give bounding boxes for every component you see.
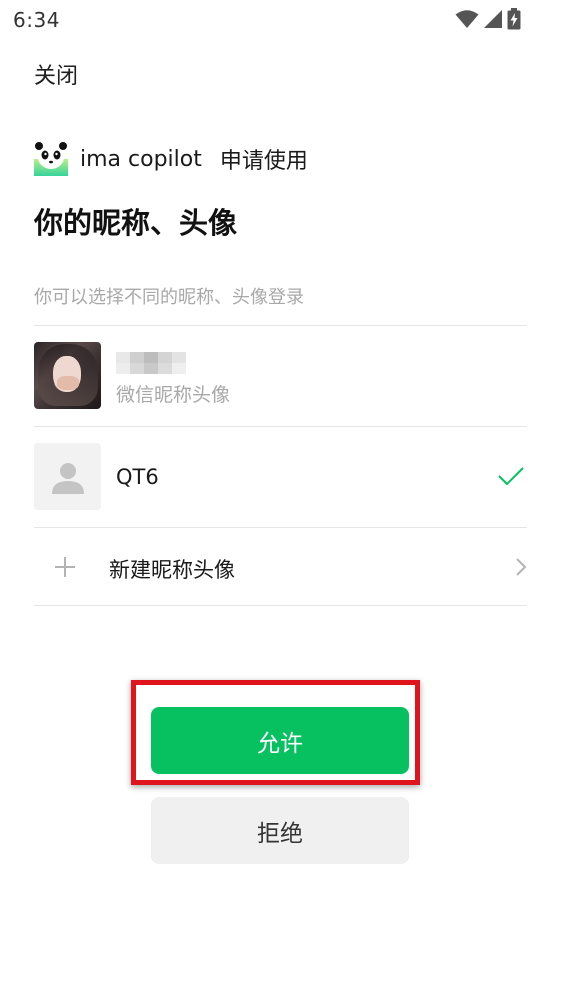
divider [34, 426, 527, 427]
status-time: 6:34 [13, 8, 60, 32]
page-title: 你的昵称、头像 [34, 206, 238, 240]
page-subtitle: 你可以选择不同的昵称、头像登录 [34, 287, 304, 308]
battery-charging-icon [507, 8, 521, 30]
chevron-right-icon [516, 558, 527, 576]
avatar [34, 342, 101, 409]
authorization-screen: 6:34 关闭 ima copilot 申请使用 你的昵称、头像 你可以选择不同… [0, 0, 561, 999]
panda-logo-icon [34, 142, 68, 176]
option-label: 新建昵称头像 [109, 558, 235, 582]
close-button[interactable]: 关闭 [34, 58, 78, 90]
blurred-nickname [116, 352, 186, 374]
option-wechat-profile[interactable]: 微信昵称头像 [34, 342, 527, 410]
allow-button[interactable]: 允许 [151, 707, 409, 774]
wifi-icon [455, 10, 479, 28]
status-bar: 6:34 [0, 0, 561, 38]
plus-icon [55, 557, 75, 577]
signal-icon [484, 10, 502, 28]
option-sub-label: 微信昵称头像 [116, 384, 231, 406]
divider [34, 605, 527, 606]
divider [34, 325, 527, 326]
app-request-row: ima copilot 申请使用 [34, 141, 308, 177]
option-label: QT6 [116, 465, 159, 489]
app-request-text: 申请使用 [219, 149, 308, 174]
option-custom-profile[interactable]: QT6 [34, 443, 527, 511]
divider [34, 527, 527, 528]
option-create-new-profile[interactable]: 新建昵称头像 [34, 540, 527, 596]
app-name: ima copilot [80, 146, 202, 172]
reject-button[interactable]: 拒绝 [151, 797, 409, 864]
status-icons [455, 8, 521, 30]
check-icon [498, 467, 524, 486]
default-avatar-icon [34, 443, 101, 510]
